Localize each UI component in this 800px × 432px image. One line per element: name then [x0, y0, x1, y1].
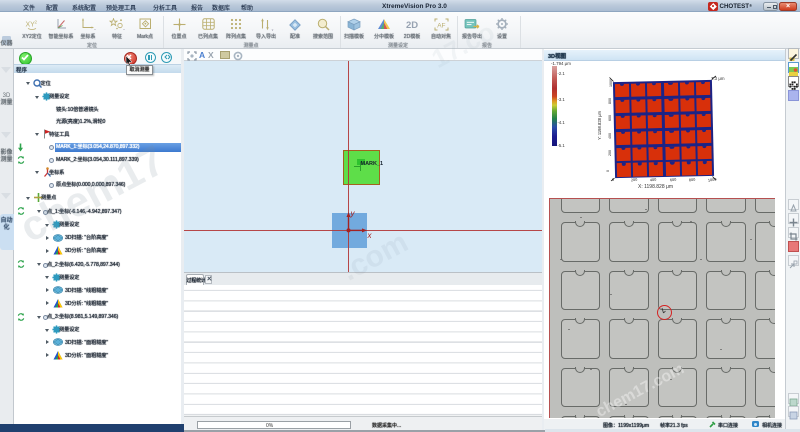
svg-text:y: y [350, 209, 356, 218]
svg-text:2: 2 [34, 19, 37, 24]
svg-text:2D: 2D [406, 20, 418, 30]
svg-text:AF: AF [437, 22, 445, 29]
